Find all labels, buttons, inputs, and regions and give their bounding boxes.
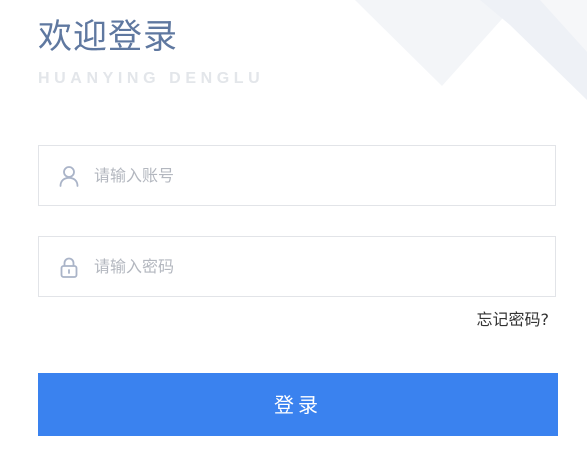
forgot-password-link[interactable]: 忘记密码?: [477, 309, 550, 331]
decor-shape-left: [355, 0, 519, 86]
page-subtitle: HUANYING DENGLU: [38, 70, 265, 87]
page-title: 欢迎登录: [38, 17, 178, 57]
account-field[interactable]: [38, 145, 556, 206]
decor-shape-right: [480, 0, 587, 100]
login-page: 欢迎登录 HUANYING DENGLU 忘记密码? 登录: [0, 0, 587, 449]
user-icon: [59, 166, 79, 187]
decor-shape-corner: [540, 0, 587, 52]
password-input[interactable]: [94, 238, 534, 295]
account-input[interactable]: [94, 147, 534, 204]
password-field[interactable]: [38, 236, 556, 297]
lock-icon: [60, 257, 78, 278]
login-button[interactable]: 登录: [38, 373, 558, 436]
